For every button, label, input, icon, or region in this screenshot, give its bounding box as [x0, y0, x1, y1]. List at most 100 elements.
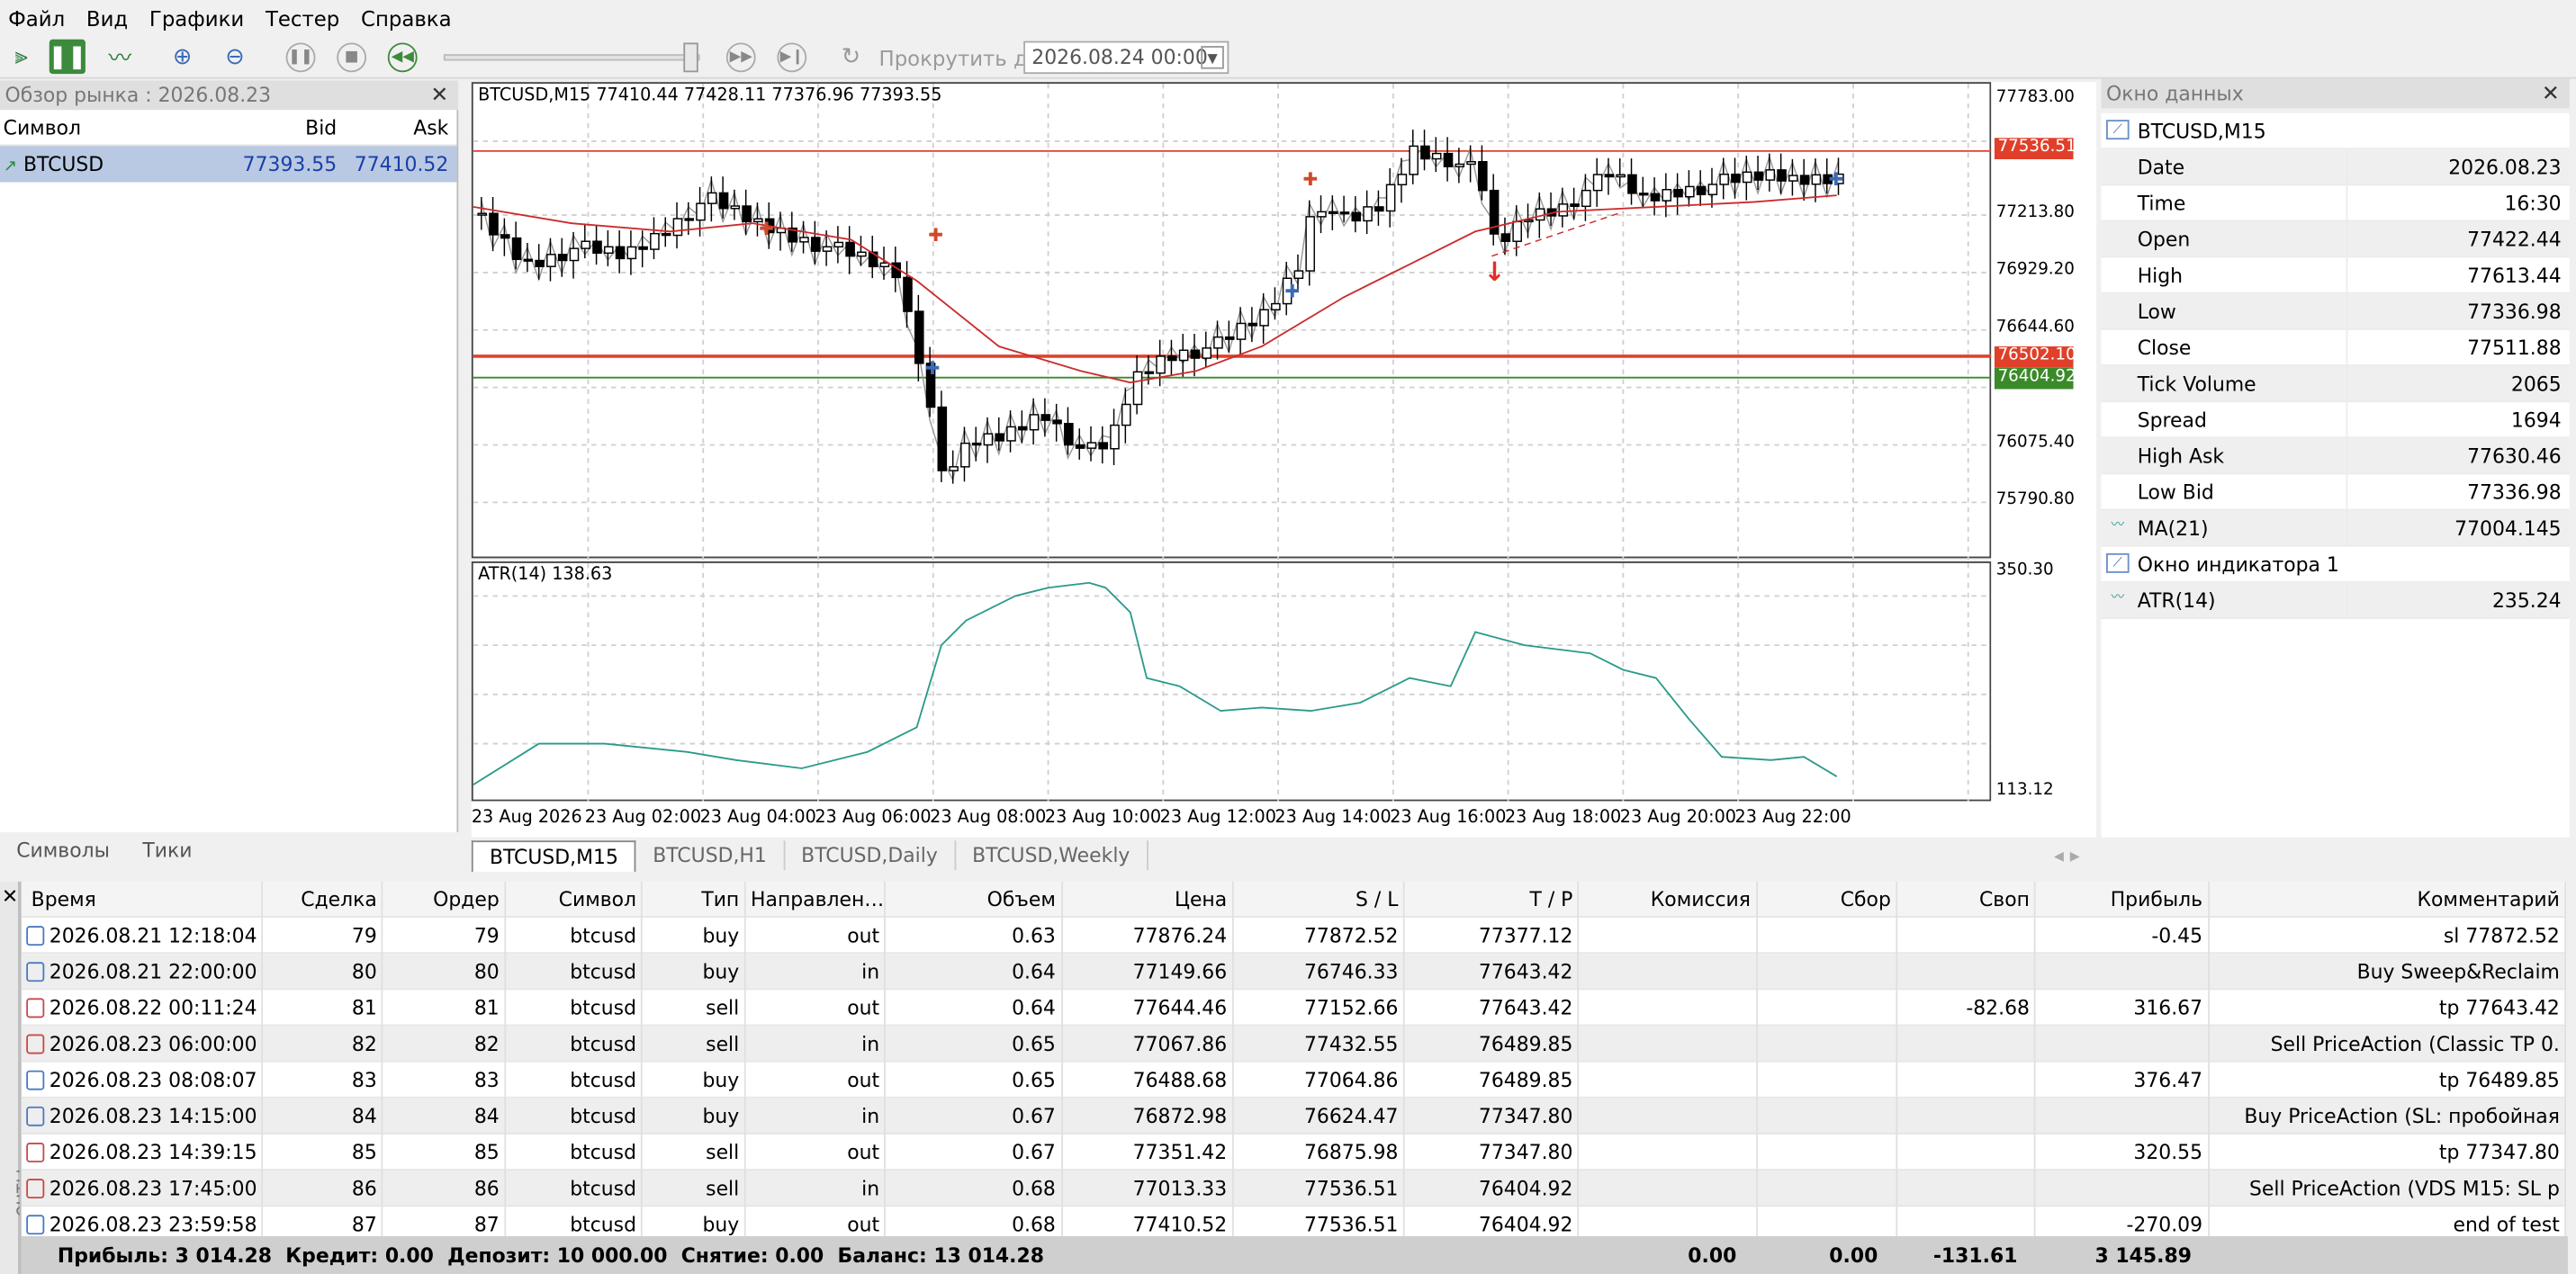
candle — [1236, 322, 1247, 340]
col-header[interactable]: Символ — [506, 880, 644, 918]
line-chart-icon[interactable]: 〰 — [102, 40, 138, 74]
indicator-icon: 〰 — [2111, 589, 2125, 605]
atr-window[interactable]: ATR(14) 138.63 — [471, 561, 1994, 803]
cell — [1580, 1097, 1758, 1134]
cell: sell — [643, 1133, 746, 1171]
col-header[interactable]: Цена — [1062, 880, 1234, 918]
sl-price-label: 77536.51 — [1994, 138, 2076, 159]
market-watch-row[interactable]: ↗ BTCUSD 77393.55 77410.52 — [0, 146, 457, 183]
tab-btcusd-daily[interactable]: BTCUSD,Daily — [785, 840, 956, 871]
col-header[interactable]: Прибыль — [2036, 880, 2210, 918]
col-header[interactable]: Направлен… — [746, 880, 887, 918]
candle — [1259, 309, 1269, 327]
cell: sell — [643, 1025, 746, 1062]
close-icon[interactable]: ✕ — [0, 882, 18, 909]
candle — [1351, 211, 1362, 222]
table-row[interactable]: 2026.08.23 08:08:07 83 83 btcusd buy out 0.65 7… — [21, 1061, 2567, 1099]
col-header[interactable]: Своп — [1897, 880, 2037, 918]
col-header[interactable]: Комментарий — [2209, 880, 2567, 918]
scroll-date-input[interactable]: 2026.08.24 00:00 ▼ — [1023, 40, 1229, 75]
cell: 76875.98 — [1233, 1133, 1405, 1171]
menu-view[interactable]: Вид — [78, 5, 141, 30]
candles-icon[interactable]: ⫸ — [4, 40, 40, 74]
cell: 77643.42 — [1405, 989, 1580, 1026]
table-row[interactable]: 2026.08.22 00:11:24 81 81 btcusd sell out 0.64… — [21, 989, 2567, 1027]
candle — [1144, 371, 1155, 374]
dw-row: Spread 1694 — [2101, 401, 2570, 439]
candle — [1339, 211, 1350, 215]
candle — [1409, 145, 1419, 175]
table-row[interactable]: 2026.08.21 12:18:04 79 79 btcusd buy out 0.63 7… — [21, 917, 2567, 955]
col-header[interactable]: Время — [22, 880, 263, 918]
dw-atr-row: 〰 ATR(14) 235.24 — [2101, 581, 2570, 619]
chevron-down-icon[interactable]: ▼ — [1201, 46, 1224, 69]
close-icon[interactable]: ✕ — [430, 83, 453, 107]
scroll-to-icon[interactable]: ↻ — [833, 40, 869, 74]
pause-test-icon[interactable]: ❚❚ — [285, 42, 316, 73]
skip-end-icon[interactable]: ▶❙ — [777, 42, 807, 73]
col-bid[interactable]: Bid — [189, 116, 337, 139]
candle — [1466, 161, 1476, 166]
candle — [1742, 171, 1752, 184]
table-row[interactable]: 2026.08.23 14:15:00 84 84 btcusd buy in 0.67 76… — [21, 1097, 2567, 1135]
dw-value: 77336.98 — [2467, 300, 2562, 323]
stop-test-icon[interactable]: ■ — [337, 42, 367, 73]
table-row[interactable]: 2026.08.21 22:00:00 80 80 btcusd buy in 0.64 77… — [21, 953, 2567, 991]
toolbar: ⫸ ❚❚ 〰 ⊕ ⊖ ❚❚ ■ ◀◀ ▶▶ ▶❙ ↻ — [0, 36, 2576, 79]
bid-cell: 77393.55 — [242, 152, 338, 176]
table-row[interactable]: 2026.08.23 06:00:00 82 82 btcusd sell in 0.65 7… — [21, 1025, 2567, 1063]
zoom-out-icon[interactable]: ⊖ — [217, 40, 253, 74]
dw-key: Low — [2102, 292, 2348, 329]
cell: btcusd — [506, 1170, 644, 1207]
col-header[interactable]: Тип — [643, 880, 746, 918]
symbol-name: BTCUSD — [23, 152, 104, 176]
rewind-icon[interactable]: ◀◀ — [387, 42, 418, 73]
menu-charts[interactable]: Графики — [141, 5, 257, 30]
candle — [1006, 426, 1016, 442]
cell: 77536.51 — [1233, 1170, 1405, 1207]
table-row[interactable]: 2026.08.23 14:39:15 85 85 btcusd sell out 0.67… — [21, 1133, 2567, 1171]
col-header[interactable]: Сделка — [263, 880, 384, 918]
market-watch-panel: Символ Bid Ask ↗ BTCUSD 77393.55 77410.5… — [0, 110, 459, 833]
cell: 77644.46 — [1062, 989, 1234, 1026]
col-header[interactable]: Сбор — [1757, 880, 1898, 918]
col-ask[interactable]: Ask — [337, 116, 455, 139]
candle — [535, 259, 545, 267]
close-icon[interactable]: ✕ — [2542, 81, 2564, 105]
tab-ticks[interactable]: Тики — [126, 839, 209, 862]
col-header[interactable]: Комиссия — [1580, 880, 1758, 918]
col-symbol[interactable]: Символ — [0, 116, 189, 139]
chart-tabs: BTCUSD,M15 BTCUSD,H1 BTCUSD,Daily BTCUSD… — [471, 837, 2097, 874]
col-header[interactable]: Объем — [886, 880, 1063, 918]
tab-scroll-arrows-icon[interactable]: ◂ ▸ — [2038, 840, 2096, 870]
menu-tester[interactable]: Тестер — [257, 5, 353, 30]
price-chart[interactable]: ✚ ✚ ✚ ✚ ✚ ✚ ↓ BTCUSD,M15 77410.44 77428.… — [471, 82, 1994, 561]
pause-button[interactable]: ❚❚ — [48, 39, 86, 75]
candle — [1753, 171, 1764, 181]
speed-slider-thumb[interactable] — [683, 42, 698, 73]
time-text: 2026.08.23 23:59:58 — [49, 1212, 257, 1236]
dw-key: Close — [2102, 328, 2348, 365]
speed-slider[interactable] — [443, 54, 700, 61]
menu-file[interactable]: Файл — [0, 5, 78, 30]
candle — [799, 237, 809, 243]
cell — [1897, 1025, 2037, 1062]
candle — [1696, 185, 1707, 195]
tab-btcusd-weekly[interactable]: BTCUSD,Weekly — [956, 840, 1148, 871]
sell-deal-icon — [26, 997, 45, 1018]
col-header[interactable]: S / L — [1233, 880, 1405, 918]
menu-help[interactable]: Справка — [353, 5, 464, 30]
candle — [1202, 347, 1211, 359]
col-header[interactable]: T / P — [1405, 880, 1580, 918]
cell: 81 — [383, 989, 507, 1026]
step-forward-icon[interactable]: ▶▶ — [725, 42, 756, 73]
tab-btcusd-m15[interactable]: BTCUSD,M15 — [471, 839, 636, 872]
cell: btcusd — [506, 1133, 644, 1171]
tab-symbols[interactable]: Символы — [0, 839, 126, 862]
zoom-in-icon[interactable]: ⊕ — [165, 40, 201, 74]
cell: Buy PriceAction (SL: пробойная — [2209, 1097, 2567, 1134]
col-header[interactable]: Ордер — [383, 880, 507, 918]
tab-btcusd-h1[interactable]: BTCUSD,H1 — [636, 840, 785, 871]
table-row[interactable]: 2026.08.23 17:45:00 86 86 btcusd sell in 0.68 7… — [21, 1170, 2567, 1207]
dw-row: Low Bid 77336.98 — [2101, 473, 2570, 511]
